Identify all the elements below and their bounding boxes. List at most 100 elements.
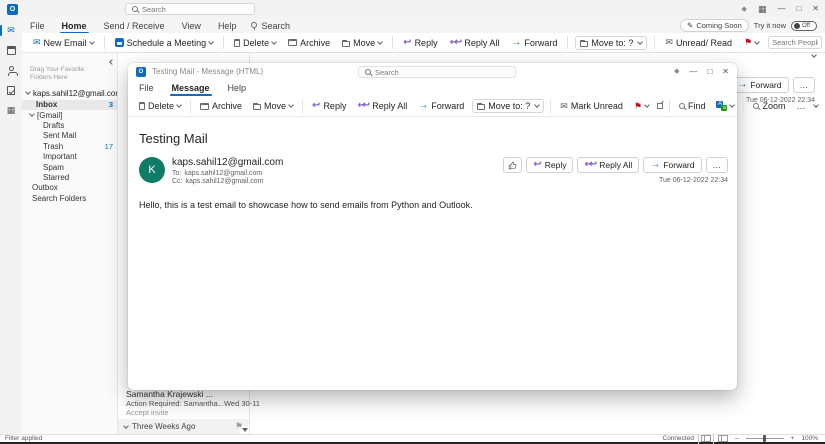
nav-tasks-button[interactable] [0, 84, 22, 97]
search-people-input[interactable] [768, 36, 823, 49]
folder-trash[interactable]: Trash 17 [22, 141, 117, 151]
reading-view-button[interactable] [697, 432, 714, 444]
zoom-level[interactable]: 100% [801, 435, 818, 442]
delete-button[interactable]: Delete [136, 99, 184, 113]
forward-button[interactable]: → Forward [415, 99, 467, 113]
translate-button[interactable] [713, 99, 737, 113]
tab-view[interactable]: View [180, 20, 203, 32]
try-it-now-label: Try it now [753, 21, 786, 30]
message-content: Testing Mail K kaps.sahil12@gmail.com To… [128, 117, 737, 210]
tab-home[interactable]: Home [59, 20, 89, 34]
premium-gem-icon[interactable]: ◆ [742, 6, 747, 13]
tell-me-search[interactable]: Search [251, 21, 290, 31]
folder-sent-mail[interactable]: Sent Mail [22, 131, 117, 141]
message-window: O Testing Mail - Message (HTML) ◆ — □ ✕ … [128, 63, 820, 390]
global-search-input[interactable] [142, 4, 248, 14]
reply-button[interactable]: ↩ Reply [526, 157, 574, 173]
maximize-button[interactable]: □ [796, 5, 801, 13]
tab-file[interactable]: File [137, 82, 156, 94]
move-to-quickstep[interactable]: Move to: ? [575, 35, 648, 50]
cc-address[interactable]: kaps.sahil12@gmail.com [186, 178, 264, 185]
premium-gem-icon[interactable]: ◆ [674, 68, 679, 75]
group-header-three-weeks-ago[interactable]: Three Weeks Ago ⚑ [118, 419, 249, 434]
forward-button[interactable]: → Forward [508, 36, 560, 50]
zoom-slider-thumb[interactable] [762, 435, 766, 442]
message-search-box[interactable] [358, 66, 516, 78]
forward-button[interactable]: → Forward [730, 77, 789, 93]
layout-view-button[interactable] [717, 435, 728, 442]
close-button[interactable]: ✕ [812, 5, 819, 13]
tab-help[interactable]: Help [226, 82, 249, 94]
nav-calendar-button[interactable] [0, 44, 22, 57]
filter-status: Filter applied [5, 435, 43, 442]
archive-button[interactable]: Archive [285, 36, 333, 50]
new-email-button[interactable]: ✉ New Email [30, 36, 97, 50]
layout-grid-icon[interactable]: ▦ [758, 4, 767, 14]
message-search-input[interactable] [375, 67, 509, 77]
reply-all-button[interactable]: ↩↩ Reply All [447, 36, 503, 50]
toolbar-overflow-button[interactable]: … [793, 99, 809, 113]
tab-help[interactable]: Help [216, 20, 239, 32]
account-header[interactable]: kaps.sahil12@gmail.com [22, 86, 117, 100]
envelope-icon: ✉ [560, 100, 568, 111]
scrollbar-down-button[interactable] [241, 426, 249, 434]
tab-file[interactable]: File [28, 20, 47, 32]
folder-inbox[interactable]: Inbox 3 [22, 99, 117, 110]
message-date: Wed 30-11 [223, 399, 260, 408]
cc-label: Cc: [172, 178, 183, 185]
tab-message[interactable]: Message [169, 82, 212, 96]
forward-button[interactable]: → Forward [643, 157, 702, 173]
folder-search-folders[interactable]: Search Folders [22, 193, 117, 203]
flag-button[interactable]: ⚑ [741, 36, 762, 49]
flag-button[interactable]: ⚑ [631, 100, 652, 113]
folder-gmail-group[interactable]: [Gmail] [22, 110, 117, 120]
mark-unread-button[interactable]: ✉ Mark Unread [557, 99, 626, 113]
message-list-item[interactable]: Samantha Krajewski ... Action Required: … [118, 387, 260, 419]
close-button[interactable]: ✕ [722, 67, 729, 76]
sender-avatar[interactable]: K [139, 157, 165, 183]
trash-icon [139, 102, 145, 110]
more-actions-button[interactable]: … [705, 157, 728, 173]
coming-soon-button[interactable]: ✎ Coming Soon [680, 19, 749, 32]
unread-read-button[interactable]: ✉ Unread/ Read [662, 36, 735, 50]
folder-starred[interactable]: Starred [22, 172, 117, 182]
zoom-button[interactable]: Zoom [750, 99, 788, 113]
like-button[interactable] [503, 157, 523, 173]
zoom-in-button[interactable]: + [791, 435, 795, 442]
try-it-now-toggle[interactable]: Off [791, 20, 817, 31]
tab-send-receive[interactable]: Send / Receive [102, 20, 167, 32]
chevron-down-icon [754, 38, 760, 45]
reply-button[interactable]: ↩ Reply [309, 99, 349, 113]
folder-spam[interactable]: Spam [22, 162, 117, 172]
folder-outbox[interactable]: Outbox [22, 183, 117, 193]
nav-apps-button[interactable]: ▦ [0, 104, 22, 117]
reply-all-button[interactable]: ↩↩ Reply All [354, 99, 410, 113]
sender-address[interactable]: kaps.sahil12@gmail.com [172, 157, 283, 168]
minimize-button[interactable]: — [777, 5, 785, 13]
maximize-button[interactable]: □ [707, 67, 712, 76]
forward-icon: → [737, 79, 748, 90]
zoom-out-button[interactable]: – [735, 435, 739, 442]
to-address[interactable]: kaps.sahil12@gmail.com [184, 170, 262, 177]
minimize-button[interactable]: — [689, 67, 697, 76]
move-button[interactable]: Move [250, 99, 296, 113]
archive-button[interactable]: Archive [197, 99, 245, 113]
global-search-box[interactable] [125, 3, 255, 15]
chevron-down-icon [288, 102, 294, 108]
nav-mail-button[interactable]: ✉ [0, 24, 22, 37]
zoom-slider[interactable] [745, 435, 784, 442]
divider [743, 99, 745, 113]
delete-button[interactable]: Delete [231, 36, 279, 50]
move-to-quickstep[interactable]: Move to: ? [472, 99, 545, 113]
more-actions-button[interactable]: … [792, 77, 815, 93]
move-button[interactable]: Move [339, 36, 385, 50]
reply-all-button[interactable]: ↩↩ Reply All [577, 157, 640, 173]
share-icon[interactable] [656, 103, 663, 109]
find-button[interactable]: Find [676, 99, 709, 113]
schedule-meeting-button[interactable]: Schedule a Meeting [112, 36, 217, 50]
chevron-down-icon [29, 111, 35, 118]
folder-drafts[interactable]: Drafts [22, 120, 117, 130]
reply-button[interactable]: ↩ Reply [400, 36, 440, 50]
nav-people-button[interactable] [0, 64, 22, 77]
folder-important[interactable]: Important [22, 152, 117, 162]
